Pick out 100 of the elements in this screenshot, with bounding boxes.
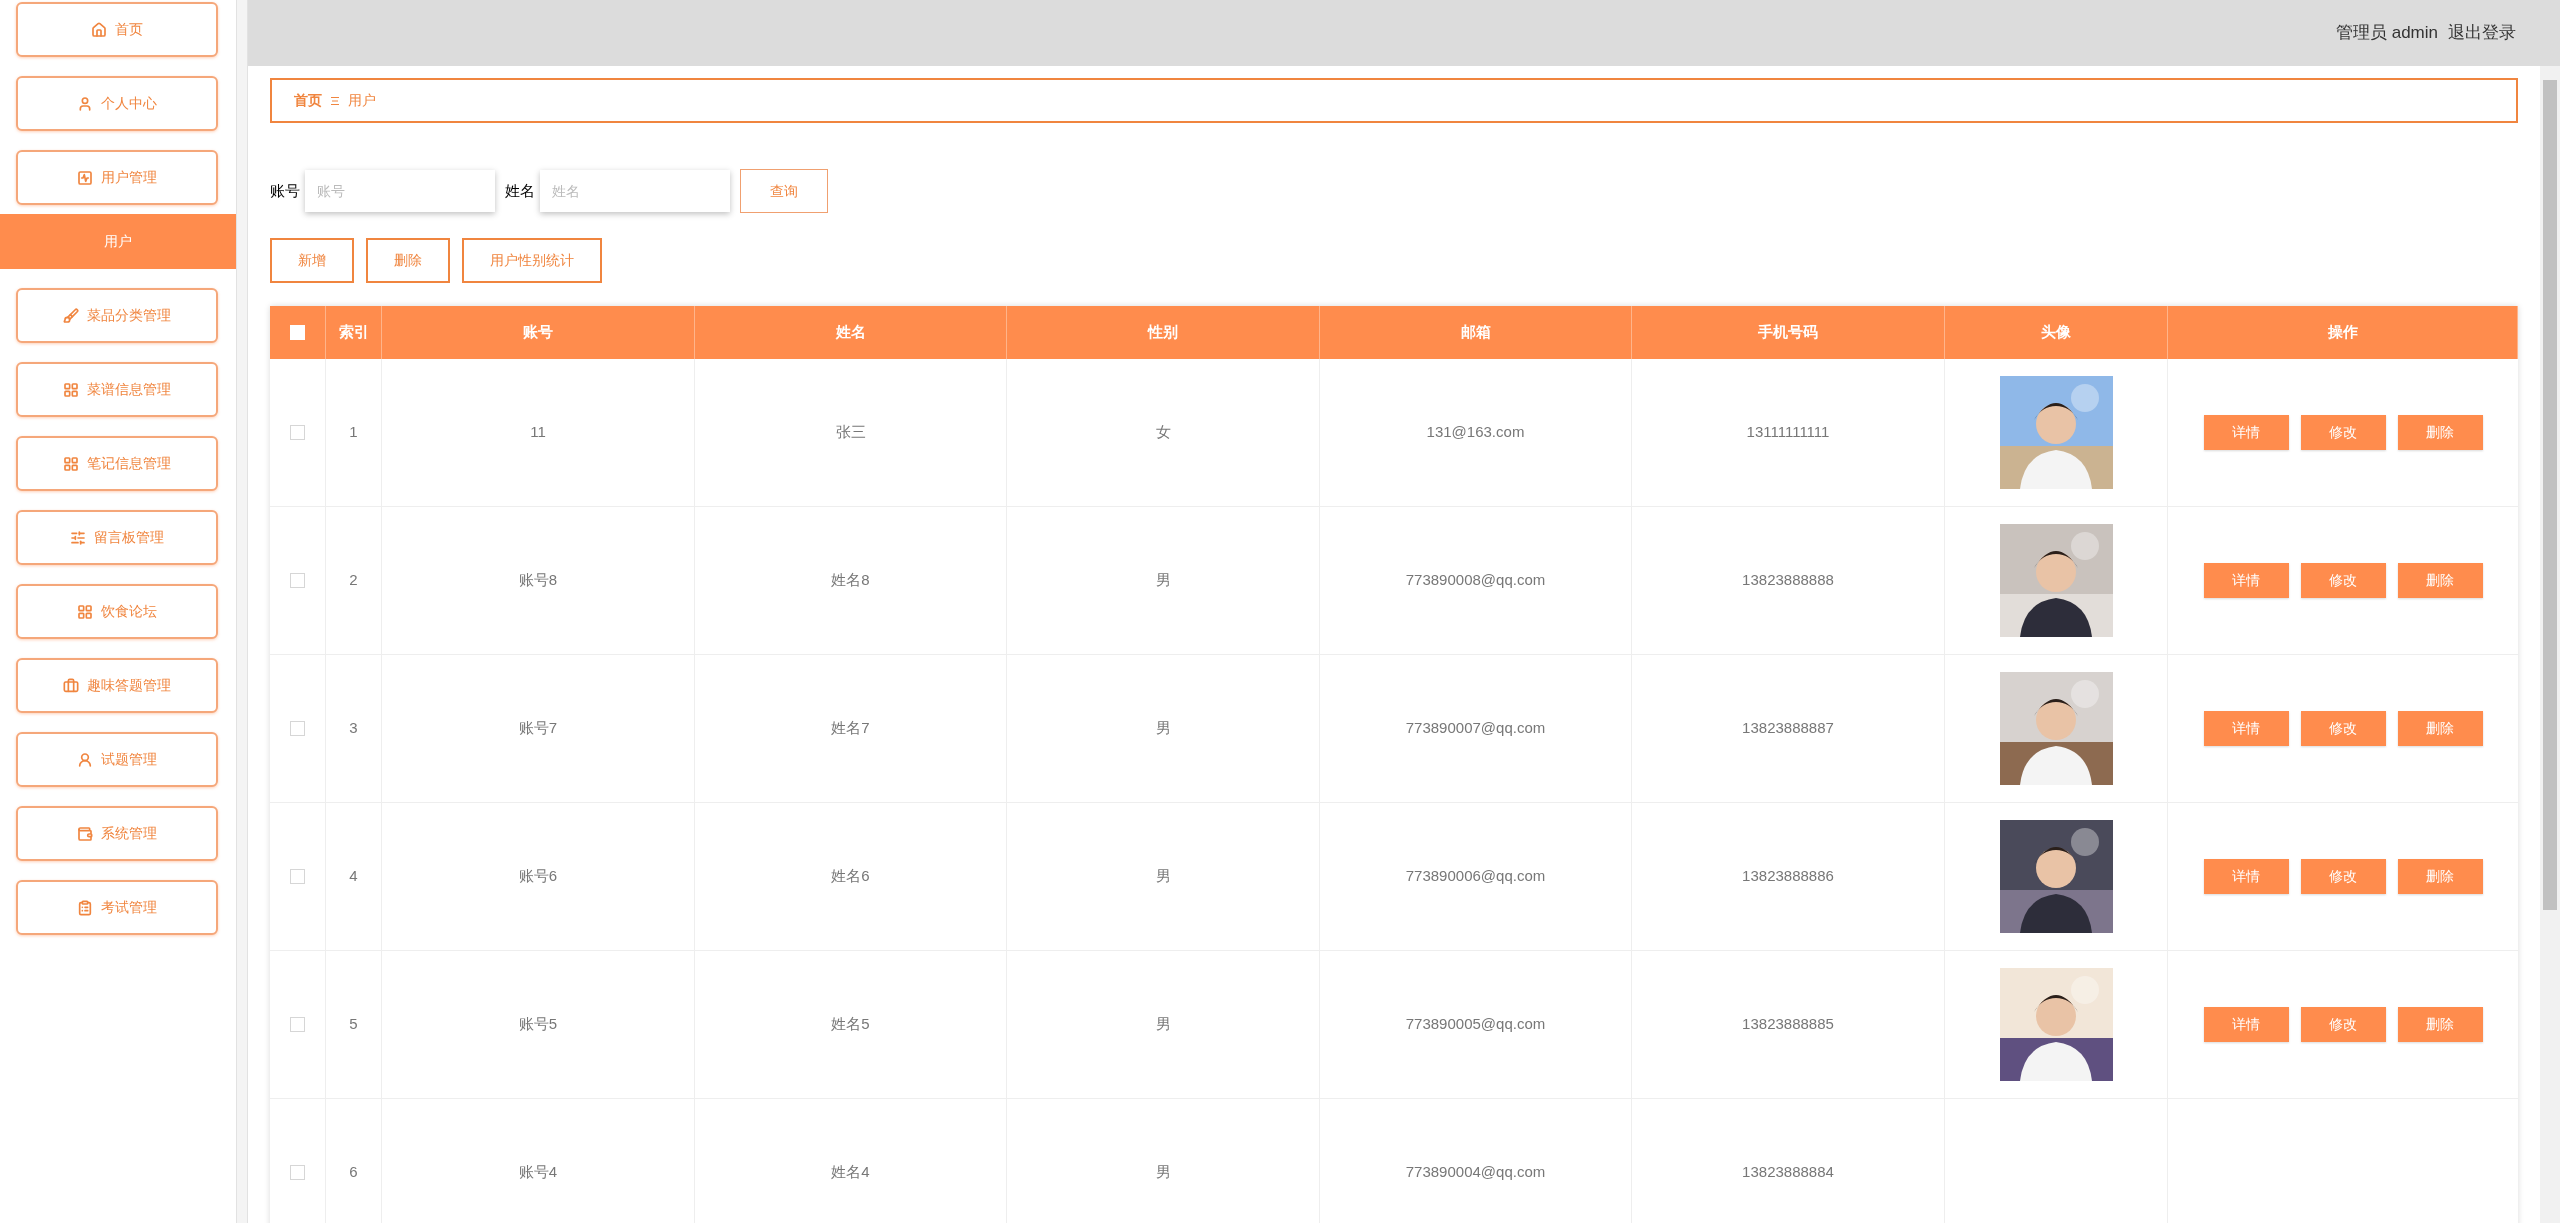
- sidebar-item[interactable]: 用户管理: [16, 150, 218, 205]
- table-cell-text: 男: [1155, 718, 1171, 739]
- query-button[interactable]: 查询: [740, 169, 828, 213]
- row-action-button[interactable]: 修改: [2300, 415, 2386, 450]
- action-button[interactable]: 新增: [270, 238, 354, 283]
- column-header: 索引: [338, 322, 369, 343]
- user-icon: [77, 95, 93, 112]
- table-cell-text: 773890004@qq.com: [1405, 1162, 1546, 1183]
- column-header: 邮箱: [1460, 322, 1491, 343]
- brush-icon: [63, 307, 79, 324]
- table-cell-text: 姓名8: [831, 570, 870, 591]
- sidebar-item[interactable]: 趣味答题管理: [16, 658, 218, 713]
- row-action-button[interactable]: 删除: [2397, 415, 2483, 450]
- table-cell-text: 账号4: [518, 1162, 558, 1183]
- row-action-button[interactable]: 删除: [2397, 711, 2483, 746]
- row-checkbox[interactable]: [290, 1017, 305, 1032]
- table-cell-text: 13823888886: [1742, 866, 1834, 887]
- table-cell-text: 773890005@qq.com: [1405, 1014, 1546, 1035]
- table-cell-text: 女: [1155, 422, 1171, 443]
- sliders-icon: [70, 529, 86, 546]
- wallet-icon: [77, 825, 93, 842]
- table-cell-text: 男: [1155, 1162, 1171, 1183]
- table-cell-text: 账号7: [518, 718, 558, 739]
- chart-icon: [77, 169, 93, 186]
- row-action-button[interactable]: 删除: [2397, 563, 2483, 598]
- breadcrumb-current: 用户: [348, 91, 376, 110]
- row-action-button[interactable]: 详情: [2203, 859, 2289, 894]
- table-cell-text: 131@163.com: [1426, 422, 1525, 443]
- row-action-button[interactable]: 删除: [2397, 1007, 2483, 1042]
- table-cell-text: 账号6: [518, 866, 558, 887]
- table-cell-text: 姓名5: [831, 1014, 870, 1035]
- column-header: 账号: [523, 322, 553, 343]
- column-header: 性别: [1148, 322, 1178, 343]
- table-cell-text: 账号8: [518, 570, 558, 591]
- table-cell-text: 11: [530, 422, 546, 443]
- sidebar-item[interactable]: 菜谱信息管理: [16, 362, 218, 417]
- grid-icon: [77, 603, 93, 620]
- sidebar-item[interactable]: 个人中心: [16, 76, 218, 131]
- field-label: 姓名: [505, 180, 535, 201]
- table-cell-text: 3: [349, 718, 358, 739]
- table-cell-text: 773890007@qq.com: [1405, 718, 1546, 739]
- select-all-checkbox[interactable]: [290, 325, 305, 340]
- grid-icon: [63, 381, 79, 398]
- table-cell-text: 2: [349, 570, 358, 591]
- admin-name: 管理员 admin: [2335, 22, 2438, 45]
- column-header: 操作: [2327, 322, 2358, 343]
- table-cell-text: 1: [349, 422, 358, 443]
- sidebar-item[interactable]: 系统管理: [16, 806, 218, 861]
- row-checkbox[interactable]: [290, 721, 305, 736]
- search-field[interactable]: 账号: [305, 170, 495, 212]
- field-label: 账号: [270, 180, 300, 201]
- row-action-button[interactable]: 修改: [2300, 563, 2386, 598]
- row-action-button[interactable]: 详情: [2203, 711, 2289, 746]
- row-action-button[interactable]: 详情: [2203, 1007, 2289, 1042]
- column-header: 头像: [2041, 322, 2071, 343]
- table-cell-text: 男: [1155, 570, 1171, 591]
- search-field[interactable]: 姓名: [540, 170, 730, 212]
- action-button[interactable]: 删除: [366, 238, 450, 283]
- table-cell-text: 773890008@qq.com: [1405, 570, 1546, 591]
- separator-icon: [330, 95, 340, 106]
- table-cell-text: 13823888885: [1742, 1014, 1834, 1035]
- table-cell-text: 5: [349, 1014, 358, 1035]
- table-cell-text: 6: [349, 1162, 358, 1183]
- row-checkbox[interactable]: [290, 1165, 305, 1180]
- clipboard-icon: [77, 899, 93, 916]
- table-cell-text: 男: [1155, 866, 1171, 887]
- table-cell-text: 13823888888: [1742, 570, 1834, 591]
- table-cell-text: 13111111111: [1746, 422, 1830, 443]
- row-action-button[interactable]: 详情: [2203, 415, 2289, 450]
- table-cell-text: 13823888887: [1742, 718, 1834, 739]
- column-header: 手机号码: [1758, 322, 1818, 343]
- sidebar-item[interactable]: 留言板管理: [16, 510, 218, 565]
- row-action-button[interactable]: 删除: [2397, 859, 2483, 894]
- row-action-button[interactable]: 修改: [2300, 859, 2386, 894]
- sidebar-item[interactable]: 考试管理: [16, 880, 218, 935]
- breadcrumb-link[interactable]: 首页: [294, 90, 322, 111]
- table-cell-text: 账号5: [518, 1014, 558, 1035]
- row-action-button[interactable]: 详情: [2203, 563, 2289, 598]
- row-action-button[interactable]: 修改: [2300, 1007, 2386, 1042]
- sidebar-item[interactable]: 笔记信息管理: [16, 436, 218, 491]
- table-cell-text: 姓名6: [831, 866, 870, 887]
- sidebar-item[interactable]: 试题管理: [16, 732, 218, 787]
- grid-icon: [63, 455, 79, 472]
- row-checkbox[interactable]: [290, 573, 305, 588]
- table-cell-text: 姓名4: [831, 1162, 870, 1183]
- table-cell-text: 773890006@qq.com: [1405, 866, 1546, 887]
- action-button[interactable]: 用户性别统计: [462, 238, 602, 283]
- row-checkbox[interactable]: [290, 869, 305, 884]
- sidebar-item[interactable]: 菜品分类管理: [16, 288, 218, 343]
- sidebar-item[interactable]: 首页: [16, 2, 218, 57]
- user-icon: [77, 751, 93, 768]
- column-header: 姓名: [835, 322, 866, 343]
- sidebar-item[interactable]: 饮食论坛: [16, 584, 218, 639]
- table-cell-text: 4: [349, 866, 358, 887]
- row-action-button[interactable]: 修改: [2300, 711, 2386, 746]
- table-cell-text: 姓名7: [831, 718, 870, 739]
- logout-link[interactable]: 退出登录: [2448, 20, 2516, 46]
- row-checkbox[interactable]: [290, 425, 305, 440]
- sidebar-subitem[interactable]: 用户: [0, 214, 236, 269]
- briefcase-icon: [63, 677, 79, 694]
